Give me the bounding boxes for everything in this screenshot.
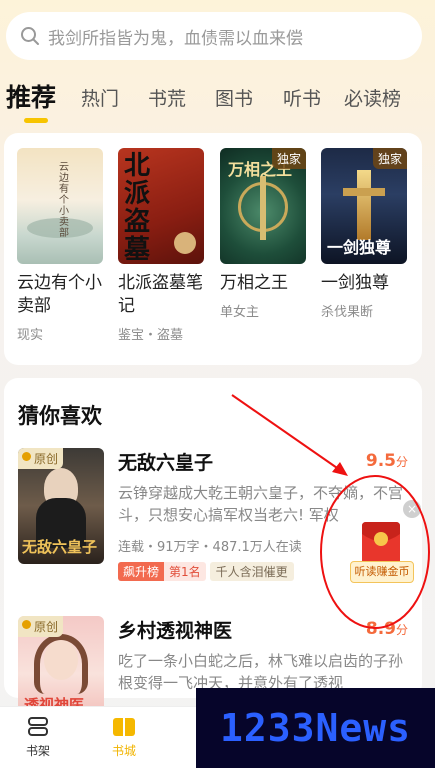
nav-bookshelf[interactable]: 书架 [8, 715, 68, 759]
nav-bookstore[interactable]: 书城 [94, 715, 154, 759]
watermark-logo: 1233News [196, 688, 435, 768]
bookstore-icon [113, 718, 135, 736]
nav-label: 书架 [25, 744, 50, 758]
nav-label: 书城 [111, 744, 136, 758]
annotation-overlay [231, 394, 430, 629]
bookshelf-icon [28, 717, 48, 736]
